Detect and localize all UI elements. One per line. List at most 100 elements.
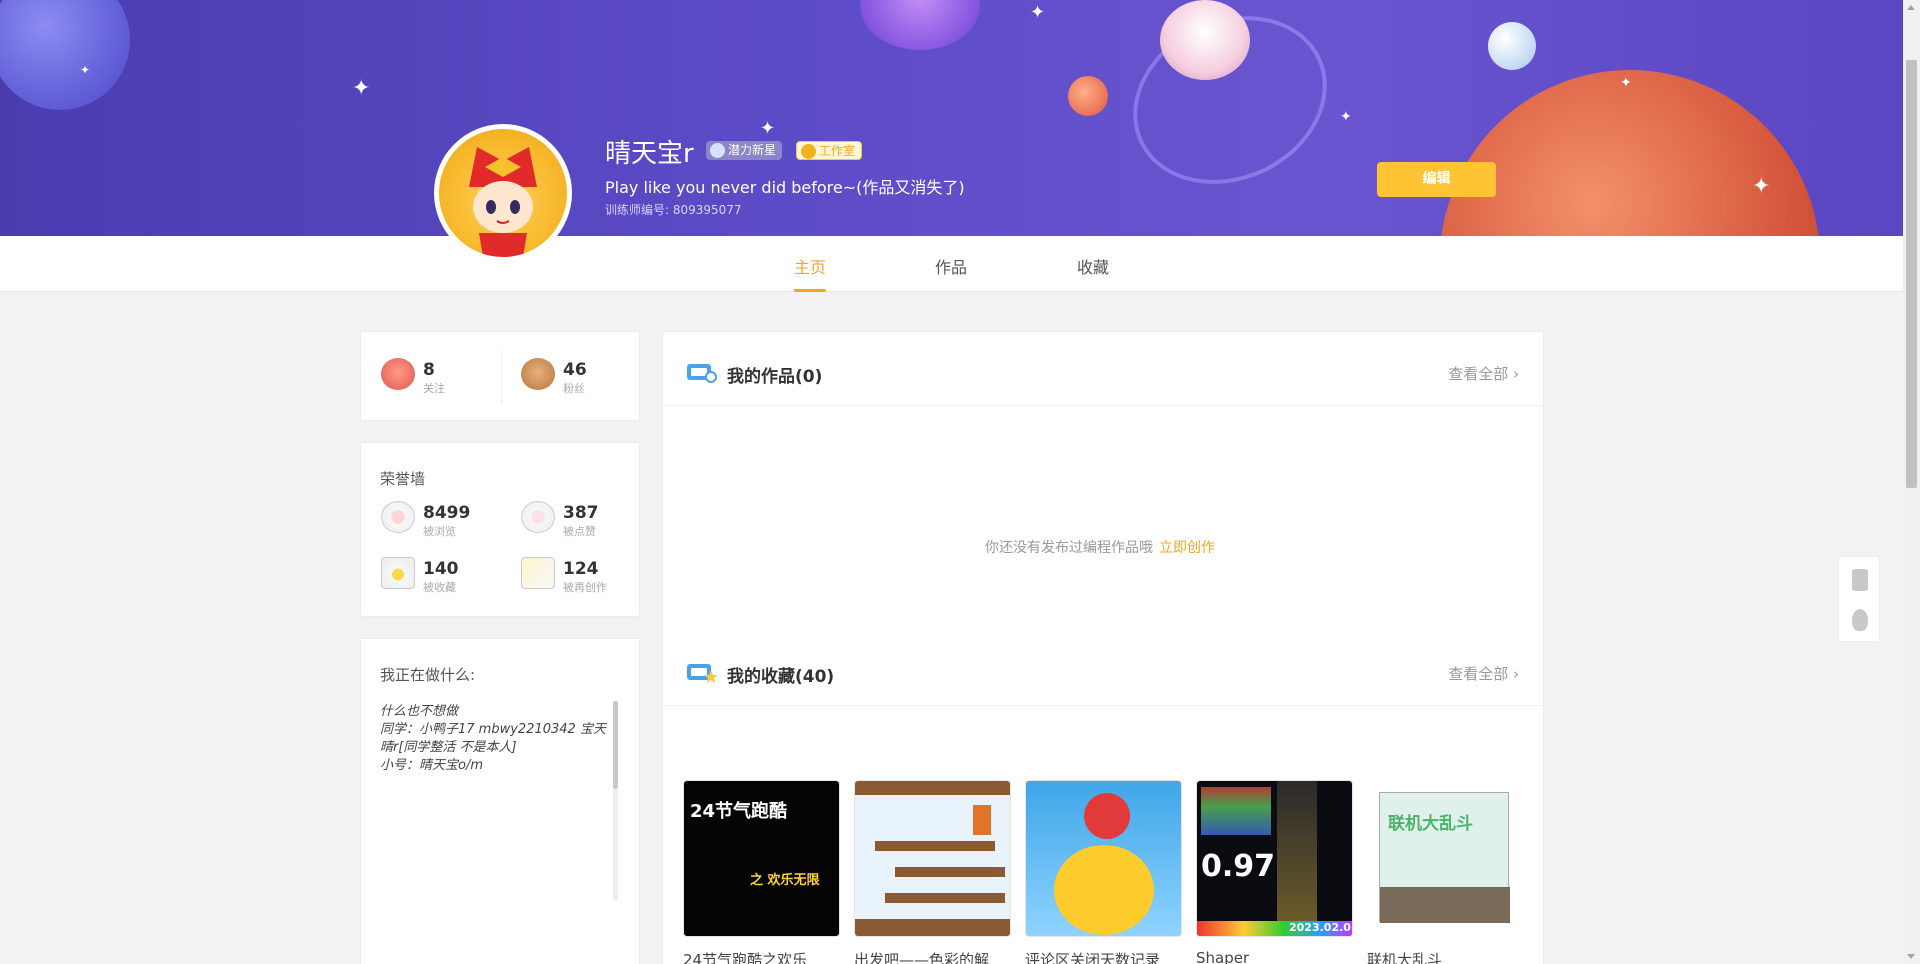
thumbnail-character-head — [1084, 793, 1130, 839]
thumbnail-ground — [855, 919, 1010, 936]
star-decoration: ✦ — [352, 76, 371, 101]
folder-edit-icon — [521, 557, 555, 589]
thumbnail-platform — [875, 841, 995, 851]
fans-stat[interactable]: 46 粉丝 — [521, 356, 631, 396]
eye-icon — [381, 501, 415, 533]
fans-icon — [521, 358, 555, 390]
favorites-icon — [685, 660, 718, 684]
thumbnail-door — [973, 805, 991, 835]
doing-text: 什么也不想做 同学：小鸭子17 mbwy2210342 宝天晴r[同学整活 不是… — [380, 703, 610, 775]
doing-scroll-thumb[interactable] — [613, 701, 618, 789]
user-avatar[interactable] — [434, 124, 572, 262]
scroll-up-arrow[interactable] — [1907, 5, 1915, 10]
fans-label: 粉丝 — [563, 382, 585, 395]
thumbnail-version: 0.97 — [1201, 849, 1276, 884]
favorite-item[interactable]: 0.97 2023.02.01 Shaper — [1196, 780, 1353, 964]
my-favorites-header: 我的收藏(40) 查看全部 › — [663, 632, 1545, 706]
side-float-toolbar — [1838, 556, 1880, 642]
planet-decoration — [1068, 76, 1108, 116]
likes-count: 387 — [563, 503, 599, 523]
page-scrollbar[interactable] — [1903, 0, 1920, 964]
thumbnail-scene: 联机大乱斗 — [1379, 792, 1510, 923]
star-decoration: ✦ — [1340, 109, 1352, 125]
star-decoration: ✦ — [1752, 174, 1771, 199]
works-view-all-link[interactable]: 查看全部 › — [1448, 363, 1519, 384]
favorite-thumbnail: 24节气跑酷 之 欢乐无限 — [683, 780, 840, 937]
works-view-all-label: 查看全部 — [1448, 365, 1509, 383]
following-count: 8 — [423, 360, 435, 380]
doing-title: 我正在做什么: — [380, 666, 476, 684]
profile-tabs: 主页 作品 收藏 — [0, 236, 1903, 292]
favorite-title: 24节气跑酷之欢乐 — [683, 951, 808, 964]
favorite-title: 出发吧——色彩的解 — [854, 951, 990, 964]
my-works-title: 我的作品(0) — [727, 367, 823, 387]
planet-decoration — [1440, 70, 1820, 236]
tab-favorites[interactable]: 收藏 — [1077, 254, 1109, 278]
user-name: 晴天宝r — [605, 139, 694, 169]
follow-stats-card: 8 关注 46 粉丝 — [360, 331, 640, 421]
works-empty-message: 你还没有发布过编程作品哦 立即创作 — [985, 537, 1215, 557]
planet-decoration — [1488, 22, 1536, 70]
favorite-item[interactable]: 评论区关闭天数记录 — [1025, 780, 1182, 964]
like-paw-icon — [521, 501, 555, 533]
thumbnail-lane — [1277, 781, 1317, 921]
thumbnail-text: 24节气跑酷 — [690, 801, 788, 822]
tab-works[interactable]: 作品 — [935, 254, 967, 278]
thumbnail-title-text: 联机大乱斗 — [1388, 814, 1473, 834]
favorite-title: Shaper — [1196, 949, 1250, 964]
thumbnail-date: 2023.02.01 — [1289, 921, 1353, 934]
scroll-down-arrow[interactable] — [1907, 954, 1915, 959]
user-bio: Play like you never did before~(作品又消失了) — [605, 178, 965, 197]
star-box-icon — [381, 557, 415, 589]
profile-banner: ✦ ✦ ✦ ✦ ✦ ✦ ✦ — [0, 0, 1903, 236]
favorite-title: 联机大乱斗 — [1367, 951, 1443, 964]
chevron-right-icon: › — [1513, 365, 1519, 383]
favorites-view-all-label: 查看全部 — [1448, 665, 1509, 683]
remix-stat: 124 被再创作 — [521, 555, 641, 595]
favorites-view-all-link[interactable]: 查看全部 › — [1448, 663, 1519, 684]
views-label: 被浏览 — [423, 525, 456, 538]
star-decoration: ✦ — [760, 118, 776, 139]
doing-line: 小号：晴天宝o/m — [380, 758, 483, 773]
tab-home[interactable]: 主页 — [794, 254, 826, 278]
favorite-thumbnail — [1025, 780, 1182, 937]
likes-stat: 387 被点赞 — [521, 499, 641, 539]
doing-card: 我正在做什么: 什么也不想做 同学：小鸭子17 mbwy2210342 宝天晴r… — [360, 638, 640, 964]
favorite-item[interactable]: 24节气跑酷 之 欢乐无限 24节气跑酷之欢乐 — [683, 780, 840, 964]
doing-line: 同学：小鸭子17 mbwy2210342 宝天晴r[同学整活 不是本人] — [380, 722, 606, 755]
studio-icon — [801, 144, 816, 159]
qq-icon[interactable] — [1852, 609, 1868, 631]
fans-count: 46 — [563, 360, 587, 380]
my-works-header: 我的作品(0) 查看全部 › — [663, 332, 1545, 406]
create-now-link[interactable]: 立即创作 — [1159, 540, 1215, 556]
remix-label: 被再创作 — [563, 581, 607, 594]
chevron-right-icon: › — [1513, 665, 1519, 683]
following-label: 关注 — [423, 382, 445, 395]
favorite-thumbnail: 联机大乱斗 — [1367, 780, 1524, 937]
thumbnail-subtext: 之 欢乐无限 — [750, 873, 820, 888]
star-decoration: ✦ — [1030, 2, 1046, 23]
doing-scrollbar[interactable] — [613, 701, 618, 901]
stat-divider — [501, 350, 502, 404]
edit-profile-button[interactable]: 编辑 — [1377, 162, 1496, 197]
views-stat: 8499 被浏览 — [381, 499, 501, 539]
studio-badge[interactable]: 工作室 — [796, 141, 863, 160]
favorite-item[interactable]: 联机大乱斗 联机大乱斗 — [1367, 780, 1524, 964]
studio-label: 工作室 — [819, 144, 856, 158]
honor-wall-title: 荣誉墙 — [380, 470, 426, 488]
rising-star-label: 潜力新星 — [728, 143, 777, 157]
scroll-thumb[interactable] — [1906, 60, 1917, 488]
favorite-item[interactable]: 出发吧——色彩的解 — [854, 780, 1011, 964]
planet-decoration — [860, 0, 980, 50]
star-decoration: ✦ — [1620, 75, 1632, 91]
collects-count: 140 — [423, 559, 459, 579]
likes-label: 被点赞 — [563, 525, 596, 538]
thumbnail-platform — [885, 893, 1005, 903]
mobile-icon[interactable] — [1852, 569, 1868, 591]
following-stat[interactable]: 8 关注 — [381, 356, 491, 396]
favorite-thumbnail: 0.97 2023.02.01 — [1196, 780, 1353, 937]
astronaut-decoration — [1160, 0, 1250, 80]
honor-wall-card: 荣誉墙 8499 被浏览 387 被点赞 140 被收藏 124 被再创作 — [360, 442, 640, 617]
avatar-image — [439, 129, 567, 257]
thumbnail-platform — [895, 867, 1005, 877]
